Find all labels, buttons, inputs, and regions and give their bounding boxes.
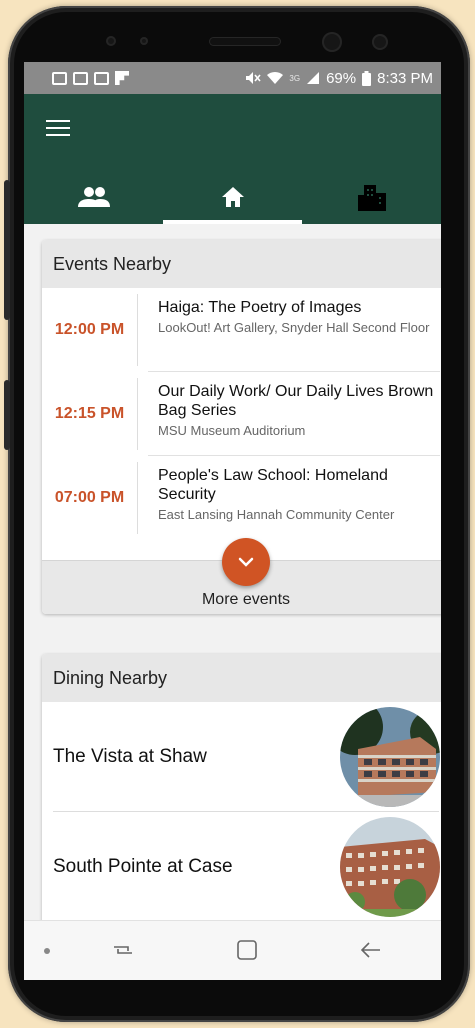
volume-button [4,180,10,320]
dining-header: Dining Nearby [42,654,441,702]
main-content: Events Nearby 12:00 PM Haiga: The Poetry… [24,224,441,920]
dining-photo [340,817,440,917]
clock: 8:33 PM [377,69,433,87]
event-place: LookOut! Art Gallery, Snyder Hall Second… [158,320,430,335]
proximity-sensor [106,36,116,46]
signal-icon [307,72,320,84]
earpiece-speaker [210,38,280,45]
dining-photo [340,707,440,807]
system-nav-bar [24,920,441,980]
event-time: 12:15 PM [42,378,138,450]
back-icon [360,942,380,958]
event-time: 12:00 PM [42,294,138,366]
event-place: East Lansing Hannah Community Center [158,507,395,522]
event-item[interactable]: 12:00 PM Haiga: The Poetry of Images Loo… [42,288,441,372]
dining-card: Dining Nearby The Vista at Shaw South Po… [42,654,441,920]
event-item[interactable]: 12:15 PM Our Daily Work/ Our Daily Lives… [42,372,441,456]
flipboard-notification-icon [115,71,129,85]
event-info: Haiga: The Poetry of Images LookOut! Art… [138,288,441,372]
bixby-button [4,380,10,450]
mail-notification-icon [52,71,67,85]
events-card: Events Nearby 12:00 PM Haiga: The Poetry… [42,240,441,614]
menu-icon [46,120,70,122]
event-info: People's Law School: Homeland Security E… [138,456,441,540]
chevron-down-icon [238,557,254,567]
network-type: 3G [289,73,301,83]
menu-button[interactable] [46,120,70,138]
home-button-icon [237,940,257,960]
recents-icon [114,946,132,954]
dining-name: The Vista at Shaw [53,746,207,767]
dining-item[interactable]: South Pointe at Case [42,812,441,920]
battery-percent: 69% [326,69,357,87]
event-time: 07:00 PM [42,462,138,534]
light-sensor [140,37,148,45]
tab-people[interactable] [24,170,163,224]
home-button[interactable] [236,939,258,966]
notification-icons [52,71,129,85]
building-photo [340,817,440,917]
system-status: 3G 69% 8:33 PM [245,70,433,87]
event-item[interactable]: 07:00 PM People's Law School: Homeland S… [42,456,441,540]
screen: 3G 69% 8:33 PM Events Nearby 12:00 PM Ha… [24,62,441,980]
expand-events-button[interactable] [222,538,270,586]
status-bar: 3G 69% 8:33 PM [24,62,441,94]
battery-icon [362,70,372,86]
dining-item[interactable]: The Vista at Shaw [42,702,441,812]
tab-buildings[interactable] [302,170,441,224]
event-info: Our Daily Work/ Our Daily Lives Brown Ba… [138,372,441,456]
mute-icon [246,72,262,84]
more-events-label: More events [201,591,291,608]
event-title: People's Law School: Homeland Security [158,467,388,503]
nav-dot [44,948,50,954]
event-place: MSU Museum Auditorium [158,423,306,438]
building-photo [340,707,440,807]
event-title: Haiga: The Poetry of Images [158,299,362,316]
people-icon [77,187,110,207]
recents-button[interactable] [112,939,134,966]
tab-bar [24,170,441,224]
front-camera [322,32,342,52]
home-icon [221,187,244,207]
event-title: Our Daily Work/ Our Daily Lives Brown Ba… [158,383,434,419]
wifi-icon [267,71,284,84]
back-button[interactable] [360,939,382,966]
iris-sensor [372,34,388,50]
help-notification-icon [73,71,88,85]
app-bar [24,94,441,224]
image-notification-icon [94,71,109,85]
tab-home[interactable] [163,170,302,224]
events-header: Events Nearby [42,240,441,288]
dining-name: South Pointe at Case [53,856,233,877]
building-icon [357,185,386,211]
